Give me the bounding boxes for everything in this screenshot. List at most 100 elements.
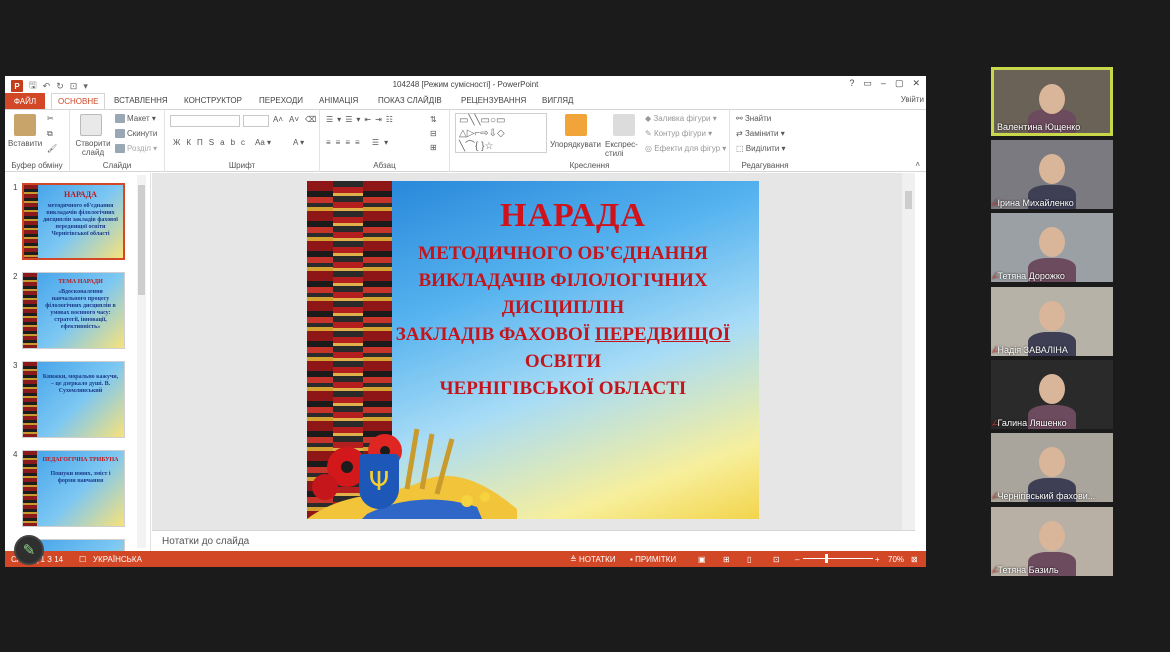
thumbnail-scrollbar[interactable] [137,175,146,548]
clear-format-icon[interactable]: ⌫ [305,115,316,124]
quick-styles-icon[interactable] [613,114,635,136]
slide-scrollbar[interactable] [902,173,915,530]
font-color-icon[interactable]: A ▾ [293,138,304,147]
slide-thumbnail-1[interactable]: НАРАДА методичного об'єднання викладачів… [22,183,125,260]
format-painter-icon[interactable]: 🖌 [47,144,57,153]
shape-outline-button[interactable]: ✎ Контур фігури ▾ [645,129,712,138]
slide-sorter-icon[interactable]: ⊞ [723,555,730,564]
font-name-field[interactable] [170,115,240,127]
notes-toggle[interactable]: ≜ НОТАТКИ [570,555,616,564]
slide-line-5: ОСВІТИ [524,351,602,372]
participant-tile[interactable]: ⁄̶ Чернігівський фахови... [991,433,1113,502]
annotate-pen-button[interactable]: ✎ [14,535,44,565]
ornament-strip [24,185,38,258]
replace-button[interactable]: ⇄ Замінити ▾ [736,129,785,138]
tab-slideshow[interactable]: ПОКАЗ СЛАЙДІВ [378,96,442,105]
help-button[interactable]: ? [849,78,854,89]
tab-view[interactable]: ВИГЛЯД [542,96,573,105]
zoom-slider[interactable] [803,558,873,559]
zoom-in-icon[interactable]: + [875,555,880,564]
quick-styles-button[interactable]: Експрес-стилі [605,140,641,158]
muted-mic-icon: ⁄̶ [994,565,996,575]
change-case-icon[interactable]: Aa ▾ [255,138,271,147]
maximize-button[interactable]: ▢ [895,78,904,89]
group-label-font: Шрифт [228,161,256,170]
list-buttons[interactable]: ☰▾☰▾⇤⇥☷ [326,115,397,124]
scrollbar-thumb[interactable] [138,185,145,295]
tab-review[interactable]: РЕЦЕНЗУВАННЯ [461,96,526,105]
participant-name: ⁄̶ Тетяна Дорожко [994,271,1065,281]
tab-home[interactable]: ОСНОВНЕ [51,93,106,109]
shape-effects-button[interactable]: ◎ Ефекти для фігур ▾ [645,144,726,153]
copy-icon[interactable]: ⧉ [47,129,53,139]
find-button[interactable]: ⚯ Знайти [736,114,771,123]
slide-thumbnail-4[interactable]: ПЕДАГОГІЧНА ТРИБУНА Пошуки нових, зміст … [22,450,125,527]
reading-view-icon[interactable]: ▯ [747,555,751,564]
tab-transitions[interactable]: ПЕРЕХОДИ [259,96,303,105]
title-bar: P 🖫 ↶ ↻ ⊡ ▾ 104248 [Режим сумісності] - … [5,76,926,93]
new-slide-icon[interactable] [80,114,102,136]
section-icon [115,144,125,154]
arrange-button[interactable]: Упорядкувати [550,140,601,149]
align-buttons[interactable]: ≡≡≡≡ ☰▾ [326,138,393,147]
language-indicator[interactable]: УКРАЇНСЬКА [93,555,142,564]
fit-slide-icon[interactable]: ⊠ [911,555,918,564]
slideshow-view-icon[interactable]: ⊡ [773,555,780,564]
minimize-button[interactable]: – [881,78,886,89]
tab-file[interactable]: ФАЙЛ [5,93,45,109]
font-size-field[interactable] [243,115,269,127]
smartart-icon[interactable]: ⊞ [430,143,437,152]
zoom-level[interactable]: 70% [888,555,904,564]
font-style-buttons[interactable]: ЖКПSabc [173,138,251,147]
participant-tile[interactable]: ⁄̶ Надія ЗАВАЛІНА [991,287,1113,356]
new-slide-button[interactable]: Створити слайд [74,139,112,157]
slide-thumbnail-2[interactable]: ТЕМА НАРАДИ «Вдосконалення навчального п… [22,272,125,349]
grow-font-icon[interactable]: A˄ [273,115,283,124]
participant-name: ⁄̶ Чернігівський фахови... [994,491,1095,501]
slide-thumbnail-3[interactable]: Книжки, морально кажучи, – це дзеркало д… [22,361,125,438]
paste-icon[interactable] [14,114,36,136]
slide-line-6: ЧЕРНІГІВСЬКОЇ ОБЛАСТІ [439,378,687,399]
powerpoint-window: P 🖫 ↶ ↻ ⊡ ▾ 104248 [Режим сумісності] - … [5,76,926,567]
participant-tile[interactable]: ⁄̶ Тетяна Базиль [991,507,1113,576]
paste-button[interactable]: Вставити [8,139,42,148]
close-button[interactable]: ✕ [912,78,920,89]
arrange-icon[interactable] [565,114,587,136]
scrollbar-thumb[interactable] [905,191,912,209]
text-direction-icon[interactable]: ⇅ [430,115,437,124]
reset-button[interactable]: Скинути [115,129,157,139]
participant-face [1039,447,1065,477]
normal-view-icon[interactable]: ▣ [698,555,706,564]
slide-line-4: ЗАКЛАДІВ ФАХОВОЇ ПЕРЕДВИЩОЇ [395,324,731,345]
tab-animations[interactable]: АНІМАЦІЯ [319,96,358,105]
group-label-clipboard: Буфер обміну [11,161,63,170]
zoom-slider-knob[interactable] [825,554,829,563]
video-conference-screen: P 🖫 ↶ ↻ ⊡ ▾ 104248 [Режим сумісності] - … [0,0,1170,652]
tab-design[interactable]: КОНСТРУКТОР [184,96,242,105]
align-text-icon[interactable]: ⊟ [430,129,437,138]
zoom-out-icon[interactable]: – [795,555,799,564]
group-clipboard: Вставити ✂ ⧉ 🖌 Буфер обміну [5,110,70,172]
participant-name-text: Галина Ляшенко [997,418,1067,428]
section-button[interactable]: Розділ ▾ [115,144,157,154]
participant-tile[interactable]: ⁄̶ Тетяна Дорожко [991,213,1113,282]
participant-tile[interactable]: Валентина Ющенко [991,67,1113,136]
shape-fill-button[interactable]: ◆ Заливка фігури ▾ [645,114,717,123]
ornament-strip [23,362,37,437]
participant-tile[interactable]: ⁄̶ Ірина Михайленко [991,140,1113,209]
ribbon-display-button[interactable]: ▭ [863,78,872,89]
cut-icon[interactable]: ✂ [47,114,54,123]
select-button[interactable]: ⬚ Виділити ▾ [736,144,786,153]
shapes-gallery[interactable]: ▭╲╲▭○▭ △▷⌐⇨⇩◇ ╲⌒{ }☆ [455,113,547,153]
participant-tile[interactable]: ⁄̶ Галина Ляшенко [991,360,1113,429]
current-slide[interactable]: Ψ НАРАДА МЕТОДИЧНОГО ОБ'ЄДНАННЯ ВИКЛАДАЧ… [307,181,759,519]
collapse-ribbon-icon[interactable]: ˄ [915,160,920,169]
notes-pane[interactable]: Нотатки до слайда [152,530,915,551]
sign-in-link[interactable]: Увійти [901,95,924,104]
thumb-title: ПЕДАГОГІЧНА ТРИБУНА [42,457,119,463]
tab-insert[interactable]: ВСТАВЛЕННЯ [114,96,168,105]
layout-button[interactable]: Макет ▾ [115,114,156,124]
spellcheck-icon[interactable]: ☐ [79,555,86,564]
comments-toggle[interactable]: ▪ ПРИМІТКИ [630,555,676,564]
shrink-font-icon[interactable]: A˅ [289,115,299,124]
